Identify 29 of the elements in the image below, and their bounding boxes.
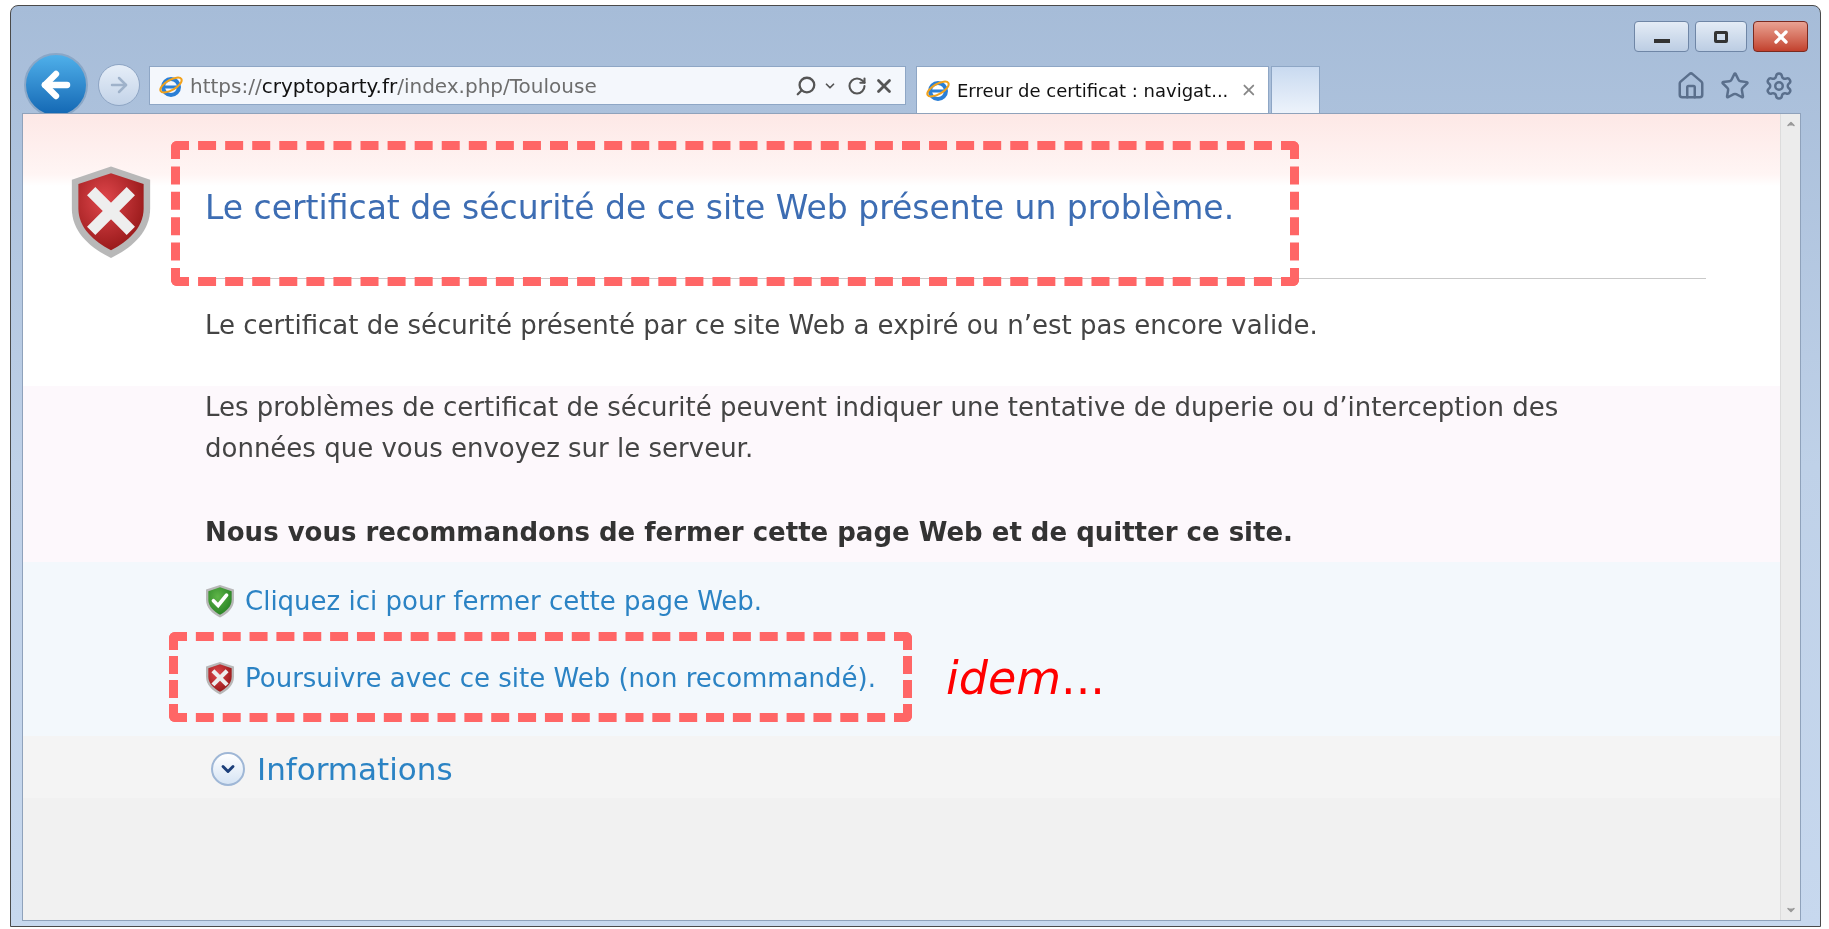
search-icon[interactable] bbox=[795, 74, 817, 97]
close-button[interactable] bbox=[1753, 21, 1808, 52]
details-text: Les problèmes de certificat de sécurité peuvent indiquer une tentative de duperie ou d’interception des données que vous envoyez sur le serveur. bbox=[205, 391, 1560, 465]
favorites-star-icon[interactable] bbox=[1720, 71, 1750, 101]
expand-icon bbox=[211, 752, 245, 786]
page-link[interactable]: Poursuivre avec ce site Web (non recommandé). bbox=[245, 660, 876, 696]
address-bar[interactable]: https://cryptoparty.fr/index.php/Toulouse bbox=[149, 66, 906, 105]
home-icon[interactable] bbox=[1676, 71, 1706, 101]
minimize-icon bbox=[1653, 38, 1670, 43]
message-text: Le certificat de sécurité présenté par ce site Web a expiré ou n’est pas encore valide. bbox=[205, 310, 1319, 340]
minimize-button[interactable] bbox=[1634, 21, 1689, 52]
settings-icon[interactable] bbox=[1764, 71, 1794, 101]
annotation-note: idem... bbox=[946, 653, 1105, 703]
scrollbar[interactable] bbox=[1780, 114, 1800, 920]
restore-icon bbox=[1714, 30, 1728, 43]
browser-tab[interactable]: Erreur de certificat : navigat... bbox=[916, 66, 1269, 113]
recommendation-text: Nous vous recommandons de fermer cette page Web et de quitter ce site. bbox=[205, 517, 1294, 547]
shield-x-icon bbox=[69, 164, 153, 261]
maximize-button[interactable] bbox=[1695, 21, 1747, 52]
new-tab-button[interactable] bbox=[1271, 66, 1320, 113]
page-link[interactable]: Cliquez ici pour fermer cette page Web. bbox=[245, 583, 763, 619]
shield-check-icon bbox=[205, 583, 235, 619]
refresh-icon[interactable] bbox=[847, 75, 867, 96]
forward-button[interactable] bbox=[98, 64, 140, 106]
shield-x-icon bbox=[205, 660, 235, 696]
page-heading: Le certificat de sécurité de ce site Web présente un problème. bbox=[205, 189, 1235, 227]
tab-title: Erreur de certificat : navigat... bbox=[957, 78, 1229, 103]
address-url: https://cryptoparty.fr/index.php/Toulouse bbox=[190, 72, 597, 100]
informations-toggle[interactable]: Informations bbox=[211, 751, 453, 787]
